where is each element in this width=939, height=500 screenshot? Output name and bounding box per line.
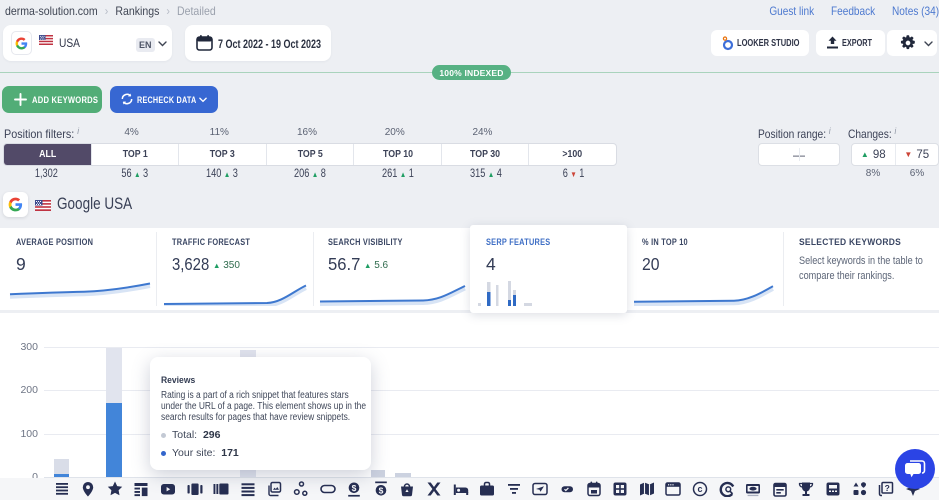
svg-text:c: c — [697, 484, 702, 494]
svg-text:$: $ — [378, 485, 383, 495]
svg-text:$: $ — [352, 483, 357, 493]
svg-text:?: ? — [885, 483, 890, 493]
